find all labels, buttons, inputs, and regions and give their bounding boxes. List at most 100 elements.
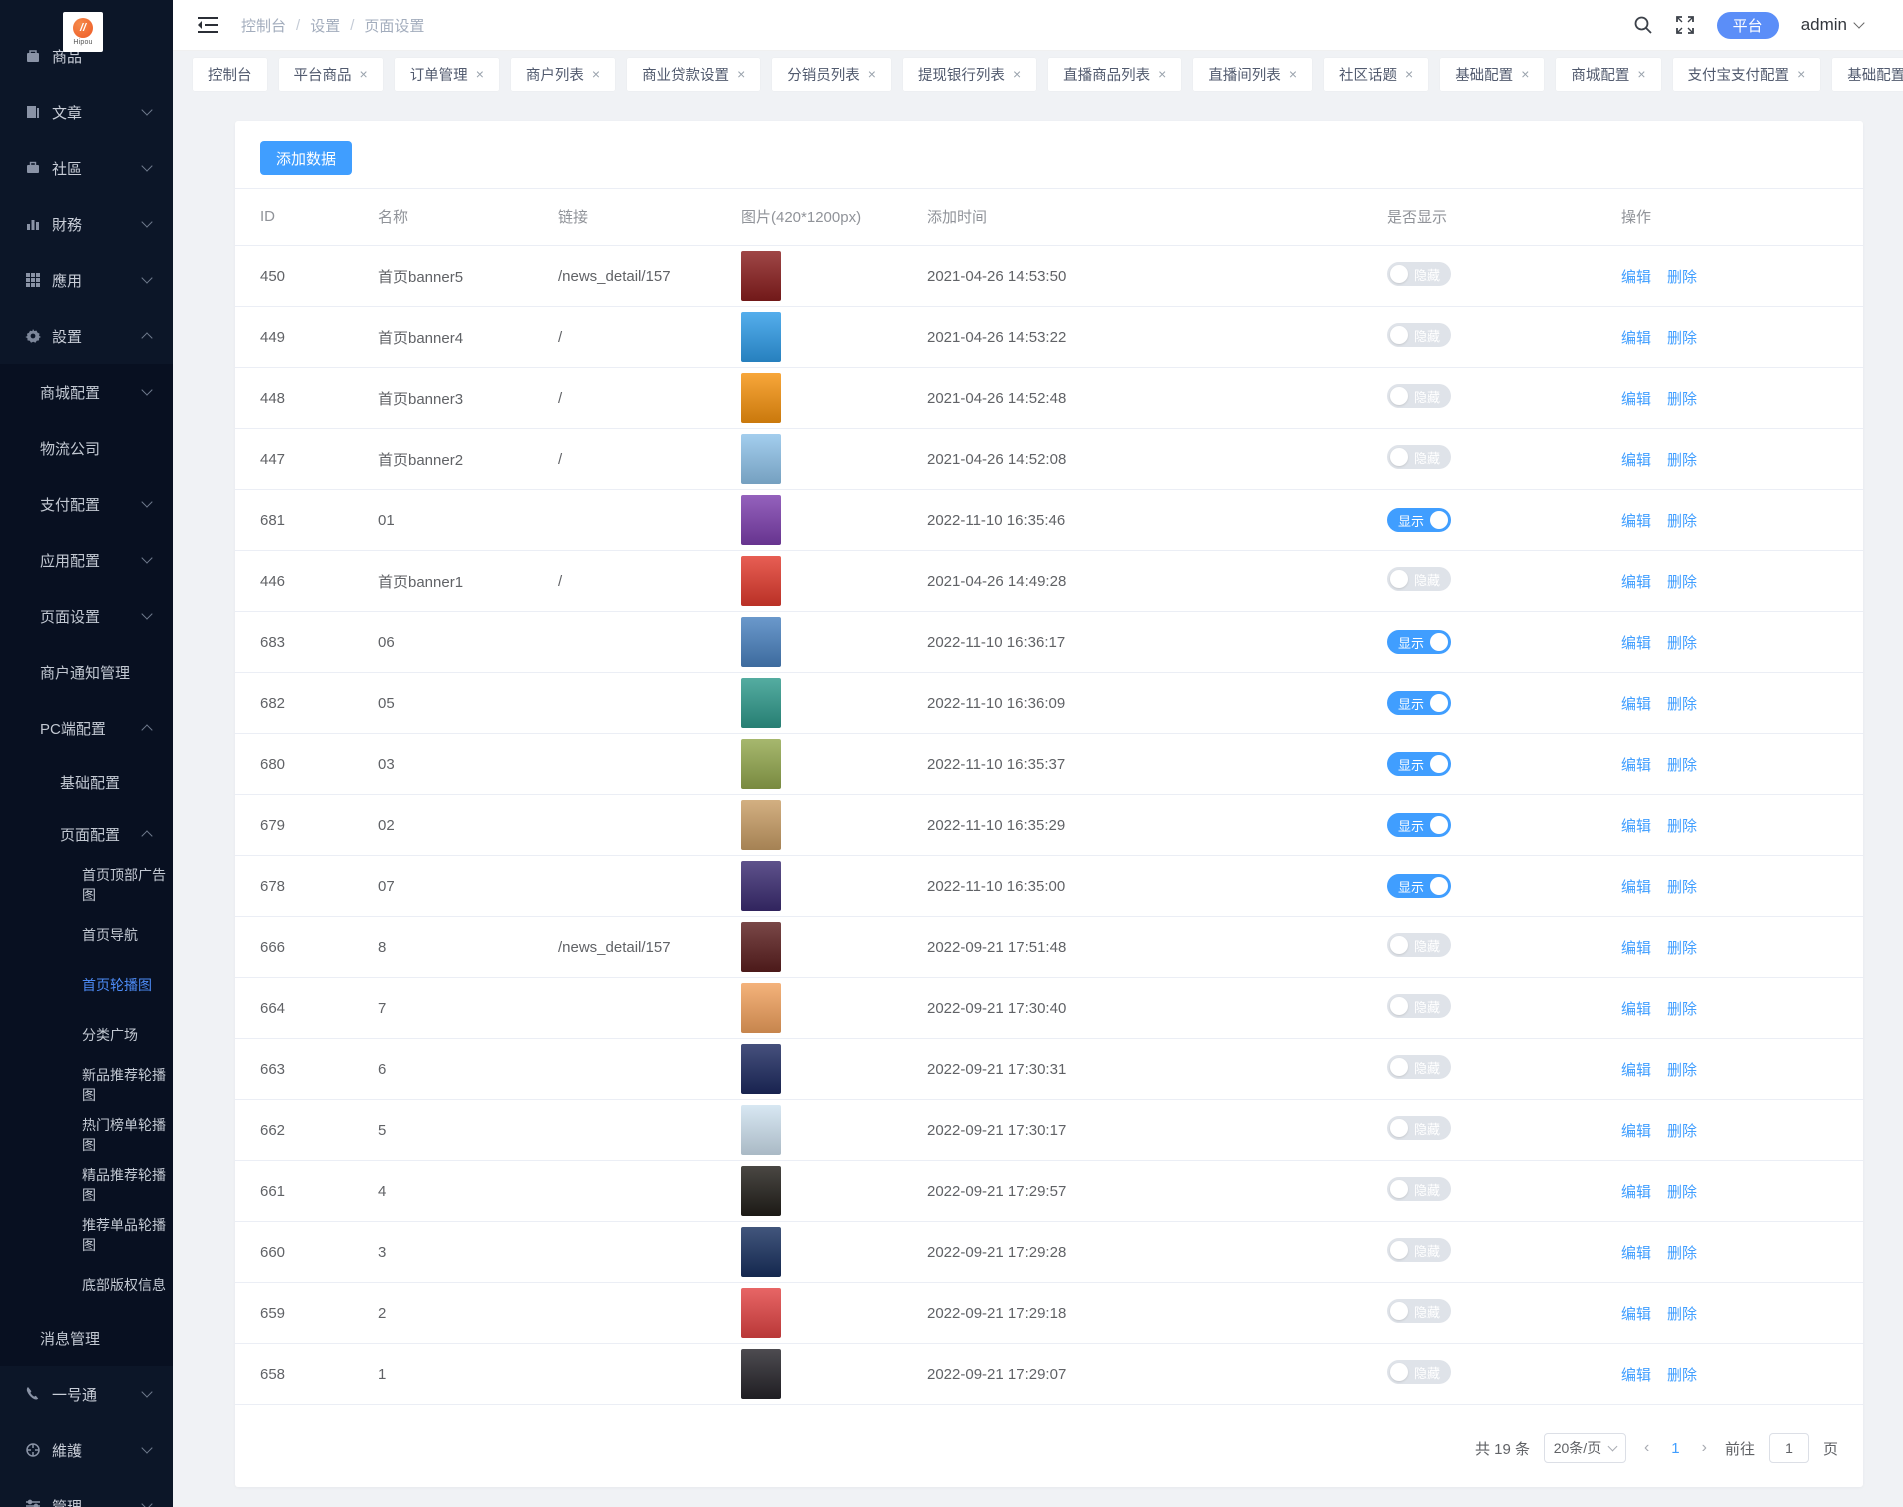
visibility-toggle[interactable]: 隐藏 (1387, 262, 1451, 286)
sidebar-item-商城配置[interactable]: 商城配置 (0, 364, 173, 420)
edit-link[interactable]: 编辑 (1621, 1123, 1651, 1140)
goto-page-input[interactable] (1768, 1433, 1809, 1463)
tab-close-icon[interactable]: × (476, 67, 484, 81)
breadcrumb-settings[interactable]: 设置 (310, 15, 340, 36)
banner-thumbnail[interactable] (741, 1105, 781, 1155)
sidebar-item-页面设置[interactable]: 页面设置 (0, 588, 173, 644)
delete-link[interactable]: 删除 (1667, 696, 1697, 713)
visibility-toggle[interactable]: 显示 (1387, 508, 1451, 532)
tab-直播间列表[interactable]: 直播间列表 × (1193, 57, 1312, 91)
sidebar-item-推荐单品轮播图[interactable]: 推荐单品轮播图 (0, 1210, 173, 1260)
tab-商业贷款设置[interactable]: 商业贷款设置 × (627, 57, 761, 91)
sidebar-item-商户通知管理[interactable]: 商户通知管理 (0, 644, 173, 700)
sidebar-item-管理[interactable]: 管理 (0, 1478, 173, 1507)
delete-link[interactable]: 删除 (1667, 1001, 1697, 1018)
visibility-toggle[interactable]: 隐藏 (1387, 1238, 1451, 1262)
fullscreen-icon[interactable] (1675, 15, 1695, 35)
edit-link[interactable]: 编辑 (1621, 1367, 1651, 1384)
tab-订单管理[interactable]: 订单管理 × (394, 57, 499, 91)
visibility-toggle[interactable]: 隐藏 (1387, 994, 1451, 1018)
sidebar-item-页面配置[interactable]: 页面配置 (0, 808, 173, 860)
menu-collapse-icon[interactable] (197, 15, 219, 35)
edit-link[interactable]: 编辑 (1621, 391, 1651, 408)
edit-link[interactable]: 编辑 (1621, 1306, 1651, 1323)
tab-close-icon[interactable]: × (737, 67, 745, 81)
edit-link[interactable]: 编辑 (1621, 1245, 1651, 1262)
edit-link[interactable]: 编辑 (1621, 635, 1651, 652)
banner-thumbnail[interactable] (741, 1166, 781, 1216)
banner-thumbnail[interactable] (741, 251, 781, 301)
banner-thumbnail[interactable] (741, 678, 781, 728)
sidebar-item-支付配置[interactable]: 支付配置 (0, 476, 173, 532)
page-size-select[interactable]: 20条/页 (1543, 1433, 1626, 1463)
visibility-toggle[interactable]: 隐藏 (1387, 933, 1451, 957)
delete-link[interactable]: 删除 (1667, 269, 1697, 286)
delete-link[interactable]: 删除 (1667, 574, 1697, 591)
tab-基础配置[interactable]: 基础配置 × (1440, 57, 1545, 91)
tab-控制台[interactable]: 控制台 (193, 57, 267, 91)
banner-thumbnail[interactable] (741, 983, 781, 1033)
sidebar-item-應用[interactable]: 應用 (0, 252, 173, 308)
sidebar-item-热门榜单轮播图[interactable]: 热门榜单轮播图 (0, 1110, 173, 1160)
visibility-toggle[interactable]: 隐藏 (1387, 445, 1451, 469)
tab-提现银行列表[interactable]: 提现银行列表 × (902, 57, 1037, 91)
sidebar-item-文章[interactable]: 文章 (0, 84, 173, 140)
edit-link[interactable]: 编辑 (1621, 1001, 1651, 1018)
tab-close-icon[interactable]: × (1289, 67, 1297, 81)
tab-close-icon[interactable]: × (1405, 67, 1413, 81)
banner-thumbnail[interactable] (741, 434, 781, 484)
sidebar-item-PC端配置[interactable]: PC端配置 (0, 700, 173, 756)
sidebar-item-消息管理[interactable]: 消息管理 (0, 1310, 173, 1366)
banner-thumbnail[interactable] (741, 373, 781, 423)
tab-直播商品列表[interactable]: 直播商品列表 × (1048, 57, 1182, 91)
delete-link[interactable]: 删除 (1667, 330, 1697, 347)
delete-link[interactable]: 删除 (1667, 1245, 1697, 1262)
banner-thumbnail[interactable] (741, 617, 781, 667)
visibility-toggle[interactable]: 显示 (1387, 691, 1451, 715)
sidebar-item-社區[interactable]: 社區 (0, 140, 173, 196)
delete-link[interactable]: 删除 (1667, 1367, 1697, 1384)
visibility-toggle[interactable]: 显示 (1387, 752, 1451, 776)
edit-link[interactable]: 编辑 (1621, 940, 1651, 957)
tab-close-icon[interactable]: × (592, 67, 600, 81)
visibility-toggle[interactable]: 隐藏 (1387, 1177, 1451, 1201)
sidebar-item-財務[interactable]: 財務 (0, 196, 173, 252)
edit-link[interactable]: 编辑 (1621, 330, 1651, 347)
sidebar-item-首页轮播图[interactable]: 首页轮播图 (0, 960, 173, 1010)
tab-平台商品[interactable]: 平台商品 × (278, 57, 383, 91)
visibility-toggle[interactable]: 显示 (1387, 813, 1451, 837)
delete-link[interactable]: 删除 (1667, 1306, 1697, 1323)
sidebar-item-維護[interactable]: 維護 (0, 1422, 173, 1478)
edit-link[interactable]: 编辑 (1621, 757, 1651, 774)
user-menu[interactable]: admin (1801, 15, 1865, 35)
edit-link[interactable]: 编辑 (1621, 818, 1651, 835)
delete-link[interactable]: 删除 (1667, 879, 1697, 896)
sidebar-item-新品推荐轮播图[interactable]: 新品推荐轮播图 (0, 1060, 173, 1110)
tab-close-icon[interactable]: × (1521, 67, 1529, 81)
banner-thumbnail[interactable] (741, 556, 781, 606)
edit-link[interactable]: 编辑 (1621, 1062, 1651, 1079)
sidebar-item-首页导航[interactable]: 首页导航 (0, 910, 173, 960)
banner-thumbnail[interactable] (741, 922, 781, 972)
visibility-toggle[interactable]: 隐藏 (1387, 1360, 1451, 1384)
edit-link[interactable]: 编辑 (1621, 513, 1651, 530)
visibility-toggle[interactable]: 隐藏 (1387, 323, 1451, 347)
banner-thumbnail[interactable] (741, 739, 781, 789)
delete-link[interactable]: 删除 (1667, 635, 1697, 652)
add-data-button[interactable]: 添加数据 (260, 141, 353, 175)
delete-link[interactable]: 删除 (1667, 757, 1697, 774)
edit-link[interactable]: 编辑 (1621, 696, 1651, 713)
breadcrumb-console[interactable]: 控制台 (241, 15, 286, 36)
prev-page-button[interactable]: ‹ (1640, 1439, 1653, 1457)
next-page-button[interactable]: › (1698, 1439, 1711, 1457)
visibility-toggle[interactable]: 显示 (1387, 630, 1451, 654)
search-icon[interactable] (1633, 15, 1653, 35)
sidebar-item-一号通[interactable]: 一号通 (0, 1366, 173, 1422)
tab-商户列表[interactable]: 商户列表 × (510, 57, 616, 91)
visibility-toggle[interactable]: 隐藏 (1387, 1055, 1451, 1079)
banner-thumbnail[interactable] (741, 1044, 781, 1094)
banner-thumbnail[interactable] (741, 861, 781, 911)
delete-link[interactable]: 删除 (1667, 1062, 1697, 1079)
banner-thumbnail[interactable] (741, 1288, 781, 1338)
visibility-toggle[interactable]: 隐藏 (1387, 567, 1451, 591)
